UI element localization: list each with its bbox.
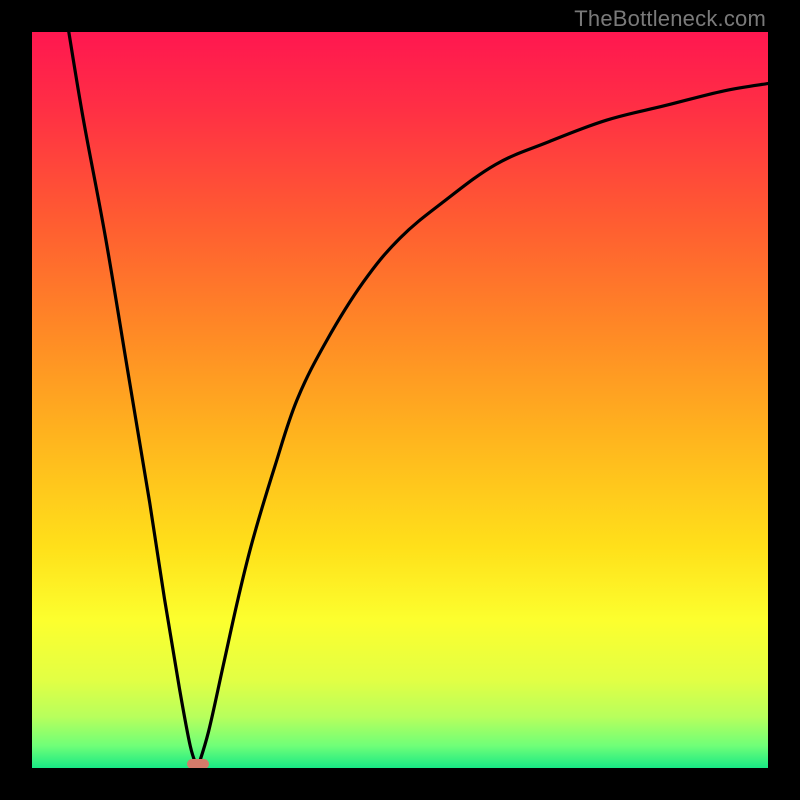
watermark-text: TheBottleneck.com (574, 6, 766, 32)
bottleneck-curve (32, 32, 768, 768)
left-branch (69, 32, 198, 768)
chart-frame: TheBottleneck.com (0, 0, 800, 800)
minimum-marker (187, 759, 209, 768)
right-branch (198, 84, 768, 768)
plot-area (32, 32, 768, 768)
